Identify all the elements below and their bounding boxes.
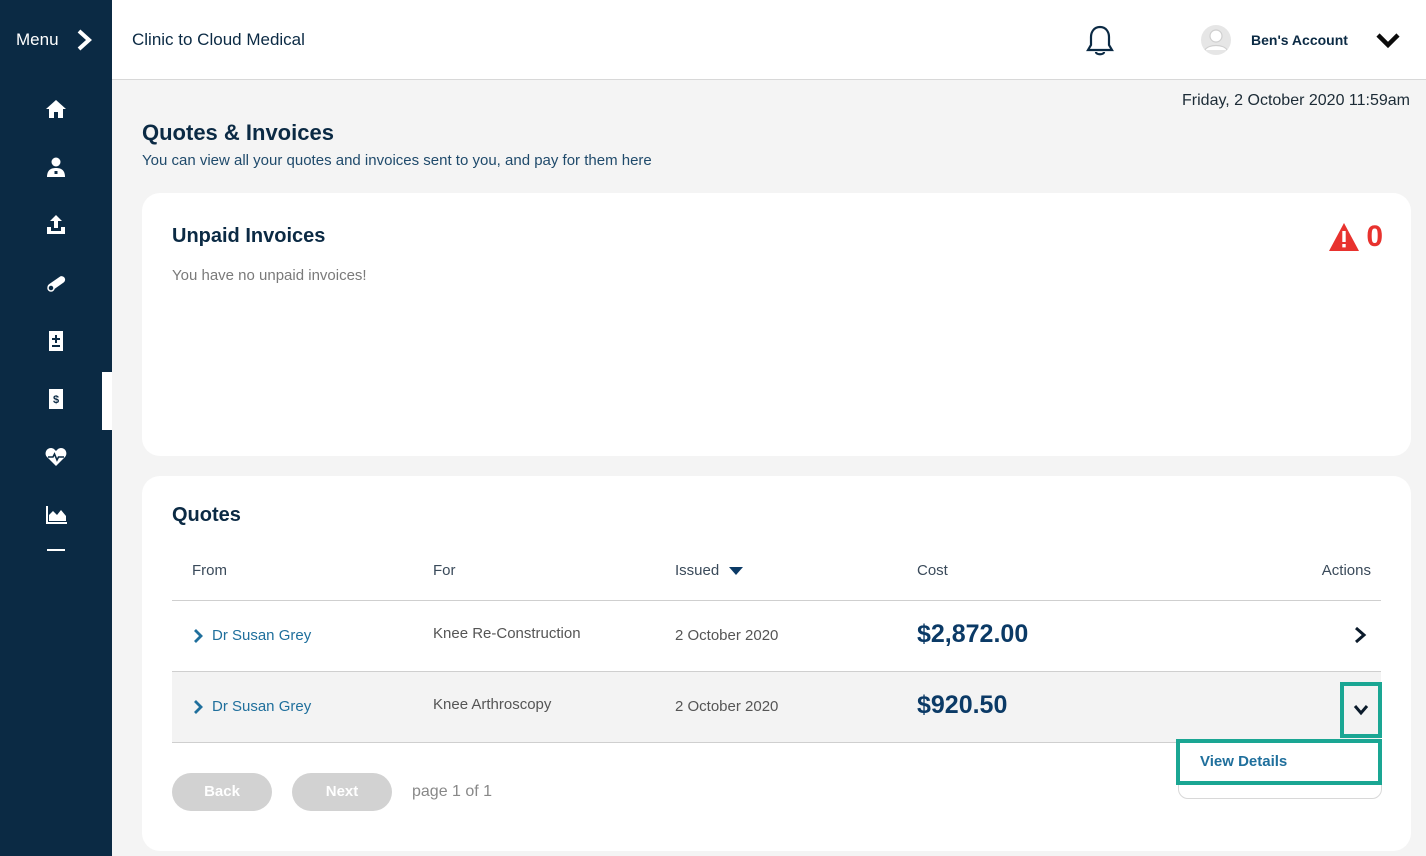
bell-icon[interactable] (1084, 24, 1116, 58)
sidebar-item-uploads[interactable] (0, 196, 112, 254)
sidebar-item-quotes-invoices[interactable]: $ (0, 370, 112, 428)
row-from-text: Dr Susan Grey (212, 627, 312, 644)
back-button[interactable]: Back (172, 773, 272, 811)
area-chart-icon (46, 506, 67, 524)
chevron-right-icon (77, 29, 92, 51)
row-issued: 2 October 2020 (675, 627, 779, 644)
clinic-name: Clinic to Cloud Medical (132, 30, 305, 49)
active-indicator (102, 372, 112, 430)
menu-label: Menu (16, 30, 59, 49)
account-name[interactable]: Ben's Account (1251, 32, 1348, 48)
pill-icon (47, 276, 66, 292)
unpaid-count: 0 (1366, 220, 1383, 253)
row-for: Knee Re-Construction (433, 625, 581, 642)
sidebar-item-health[interactable] (0, 428, 112, 486)
pagination-info: page 1 of 1 (412, 783, 493, 800)
warning-icon (1329, 223, 1360, 251)
current-datetime: Friday, 2 October 2020 11:59am (1182, 92, 1410, 109)
column-header-issued-label: Issued (675, 562, 720, 579)
heart-pulse-icon (45, 448, 67, 466)
unpaid-count-badge: 0 (1328, 221, 1383, 253)
upload-icon (47, 215, 65, 234)
quotes-title: Quotes (172, 504, 241, 526)
unpaid-invoices-card: Unpaid Invoices You have no unpaid invoi… (142, 193, 1411, 456)
chevron-right-icon[interactable] (1351, 625, 1369, 645)
table-row: Dr Susan Grey Knee Re-Construction 2 Oct… (172, 601, 1381, 672)
row-cost: $920.50 (917, 691, 1008, 719)
sidebar-item-home[interactable] (0, 80, 112, 138)
sidebar-item-doctors[interactable] (0, 138, 112, 196)
row-cost: $2,872.00 (917, 620, 1029, 648)
unpaid-invoices-title: Unpaid Invoices (172, 225, 326, 247)
invoice-icon: $ (49, 389, 63, 409)
chevron-down-icon (1353, 705, 1369, 716)
view-details-menu-item[interactable]: View Details (1176, 739, 1382, 785)
menu-toggle[interactable]: Menu (16, 28, 95, 52)
chevron-right-icon (194, 699, 203, 714)
row-issued: 2 October 2020 (675, 698, 779, 715)
column-header-from: From (192, 562, 227, 579)
sidebar-divider (47, 549, 65, 551)
row-from-text: Dr Susan Grey (212, 698, 312, 715)
sidebar: Menu $ (0, 0, 112, 856)
page-title: Quotes & Invoices (142, 120, 334, 145)
row-actions-toggle[interactable] (1340, 682, 1382, 738)
column-header-cost: Cost (917, 562, 948, 579)
svg-text:$: $ (53, 394, 59, 406)
column-header-for: For (433, 562, 456, 579)
sidebar-item-records[interactable] (0, 312, 112, 370)
row-from-link[interactable]: Dr Susan Grey (192, 627, 311, 644)
sidebar-item-medications[interactable] (0, 254, 112, 312)
next-button[interactable]: Next (292, 773, 392, 811)
row-from-link[interactable]: Dr Susan Grey (192, 698, 311, 715)
sidebar-item-reports[interactable] (0, 486, 112, 544)
column-header-actions: Actions (1321, 562, 1371, 579)
doctor-icon (47, 157, 65, 177)
unpaid-invoices-message: You have no unpaid invoices! (172, 267, 367, 284)
chevron-right-icon (194, 628, 203, 643)
sort-down-icon (729, 566, 744, 575)
top-header: Clinic to Cloud Medical Ben's Account (112, 0, 1426, 80)
table-row: Dr Susan Grey Knee Arthroscopy 2 October… (172, 672, 1382, 743)
chevron-down-icon[interactable] (1374, 28, 1402, 52)
avatar-icon[interactable] (1200, 24, 1232, 56)
home-icon (46, 100, 66, 118)
medical-record-icon (49, 331, 63, 351)
row-for: Knee Arthroscopy (433, 696, 552, 713)
page-subtitle: You can view all your quotes and invoice… (142, 152, 652, 169)
column-header-issued[interactable]: Issued (675, 562, 744, 579)
